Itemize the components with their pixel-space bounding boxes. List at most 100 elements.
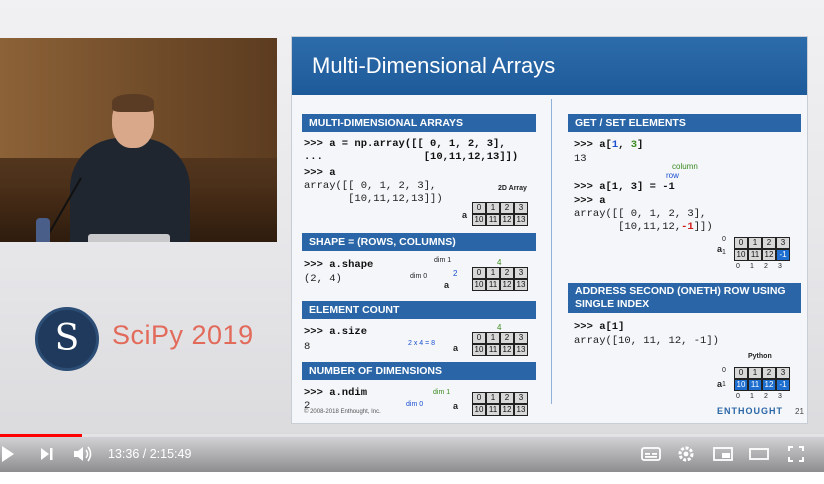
- slide-page-number: 21: [795, 407, 804, 416]
- row-index: 1: [722, 249, 726, 256]
- col-index: 0: [736, 393, 740, 400]
- code-line: >>> a[1]: [574, 321, 625, 333]
- code-line: >>> a.shape: [304, 259, 374, 271]
- progress-bar[interactable]: [0, 434, 824, 437]
- rows-count: 2: [453, 269, 458, 278]
- col-index: 3: [778, 393, 782, 400]
- diagram-var: a: [444, 280, 450, 290]
- section-heading-element-count: ELEMENT COUNT: [302, 301, 536, 319]
- code-line: >>> a: [304, 167, 336, 179]
- time-display: 13:36 / 2:15:49: [108, 447, 192, 461]
- dim0-label: dim 0: [410, 273, 428, 280]
- code-line: ... [10,11,12,13]]): [304, 151, 519, 163]
- array-cell: 13: [514, 214, 528, 226]
- cols-count: 4: [497, 258, 502, 267]
- dim1-label: dim 1: [433, 389, 451, 396]
- code-line: >>> a.size: [304, 326, 368, 338]
- array-cell: 11: [486, 404, 500, 416]
- volume-icon[interactable]: [72, 444, 94, 469]
- water-bottle: [36, 218, 50, 242]
- section-heading-ndim: NUMBER OF DIMENSIONS: [302, 362, 536, 380]
- conference-name: SciPy 2019: [112, 320, 254, 350]
- array-diagram-ndim: 0 1 2 3 10 11 12 13: [472, 392, 528, 416]
- scipy-logo: S: [35, 307, 99, 371]
- cols-count: 4: [497, 323, 502, 332]
- array-cell: 12: [500, 404, 514, 416]
- array-cell: 0: [472, 392, 486, 404]
- code-line: >>> a.ndim: [304, 387, 368, 399]
- array-cell: 1: [748, 367, 762, 379]
- code-line: >>> a[1, 3] = -1: [574, 181, 675, 193]
- presentation-slide: Multi-Dimensional Arrays MULTI-DIMENSION…: [291, 36, 808, 424]
- col-index: 3: [778, 263, 782, 270]
- array-cell: 2: [762, 237, 776, 249]
- progress-bar-played: [0, 434, 83, 437]
- array-cell: 11: [486, 279, 500, 291]
- array-cell: 2: [762, 367, 776, 379]
- array-cell: 10: [472, 344, 486, 356]
- array-cell-highlighted: -1: [776, 379, 790, 391]
- array-diagram-shape: 0 1 2 3 10 11 12 13: [472, 267, 528, 291]
- row-index: 1: [722, 381, 726, 388]
- gear-icon[interactable]: [676, 444, 696, 469]
- array-cell: 2: [500, 392, 514, 404]
- array-cell: 2: [500, 267, 514, 279]
- theater-icon[interactable]: [748, 444, 770, 469]
- diagram-label: 2D Array: [498, 185, 527, 192]
- code-output: array([[ 0, 1, 2, 3],: [304, 180, 437, 192]
- section-heading-get-set: GET / SET ELEMENTS: [568, 114, 801, 132]
- array-cell: 1: [486, 332, 500, 344]
- code-line: >>> a = np.array([[ 0, 1, 2, 3],: [304, 138, 506, 150]
- enthought-logo: ENTHOUGHT: [717, 406, 783, 416]
- next-icon[interactable]: [38, 444, 56, 469]
- page-bottom-strip: [0, 472, 824, 484]
- diagram-var: a: [453, 343, 459, 353]
- col-index: 1: [750, 393, 754, 400]
- code-output: 8: [304, 341, 311, 353]
- subtitles-icon[interactable]: [640, 444, 662, 469]
- array-cell: 12: [500, 344, 514, 356]
- array-cell: 2: [500, 332, 514, 344]
- array-diagram-2d: 0 1 2 3 10 11 12 13: [472, 202, 528, 226]
- array-cell: 1: [486, 392, 500, 404]
- array-cell: 12: [500, 214, 514, 226]
- dim1-label: dim 1: [434, 257, 452, 264]
- array-cell: 11: [486, 344, 500, 356]
- speaker: [70, 138, 190, 242]
- diagram-var: a: [453, 401, 459, 411]
- array-cell: 13: [514, 404, 528, 416]
- diagram-label: Python: [748, 353, 772, 360]
- row-index: 0: [722, 367, 726, 374]
- speaker-camera-feed: : [0, 38, 277, 242]
- array-cell: 13: [514, 344, 528, 356]
- code-output: (2, 4): [304, 273, 342, 285]
- array-cell: 10: [472, 279, 486, 291]
- array-cell: 3: [514, 392, 528, 404]
- array-cell: 1: [486, 267, 500, 279]
- array-cell: 0: [472, 267, 486, 279]
- col-index: 2: [764, 263, 768, 270]
- array-cell: 10: [472, 214, 486, 226]
- array-cell: 10: [472, 404, 486, 416]
- array-diagram-row: 0 1 2 3 10 11 12 -1: [734, 367, 790, 391]
- array-cell-highlighted: 12: [762, 379, 776, 391]
- fullscreen-icon[interactable]: [786, 444, 806, 469]
- code-output: 13: [574, 153, 587, 165]
- array-cell: 1: [486, 202, 500, 214]
- array-cell: 12: [762, 249, 776, 261]
- video-player[interactable]:  S SciPy 2019 Multi-Dimensional Arrays …: [0, 0, 824, 472]
- section-heading-shape: SHAPE = (ROWS, COLUMNS): [302, 233, 536, 251]
- diagram-var: a: [462, 210, 468, 220]
- miniplayer-icon[interactable]: [712, 444, 734, 469]
- col-index: 1: [750, 263, 754, 270]
- col-index: 0: [736, 263, 740, 270]
- array-diagram-set: 0 1 2 3 10 11 12 -1: [734, 237, 790, 261]
- column-annotation: column: [672, 162, 698, 171]
- array-cell: 3: [514, 332, 528, 344]
- array-cell: 3: [776, 367, 790, 379]
- duration: 2:15:49: [149, 447, 192, 461]
- array-cell: 2: [500, 202, 514, 214]
- slide-title: Multi-Dimensional Arrays: [312, 53, 556, 78]
- scipy-logo-letter: S: [54, 318, 80, 359]
- play-icon[interactable]: [0, 444, 16, 469]
